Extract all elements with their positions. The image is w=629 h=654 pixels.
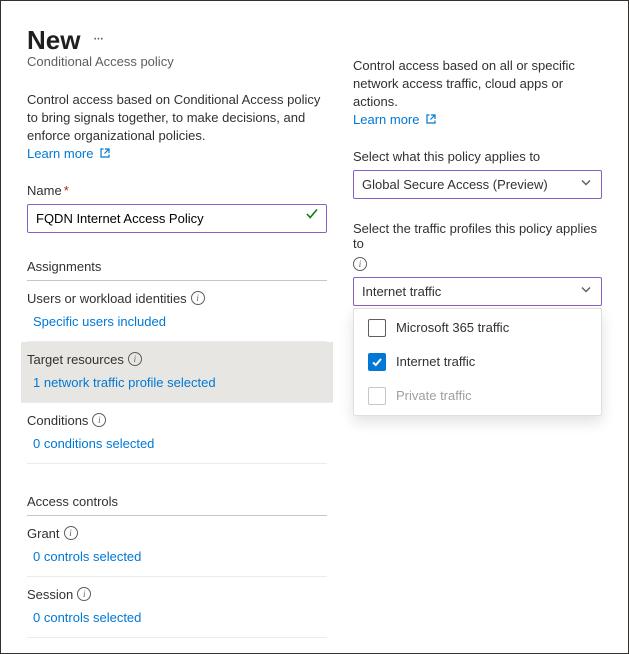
page-title: New <box>27 25 80 56</box>
info-icon[interactable]: i <box>353 257 367 271</box>
required-indicator: * <box>64 183 69 198</box>
session-subsection[interactable]: Session i 0 controls selected <box>27 577 327 638</box>
traffic-profiles-label: Select the traffic profiles this policy … <box>353 221 602 251</box>
name-input[interactable] <box>27 204 327 233</box>
learn-more-link-left[interactable]: Learn more <box>27 146 111 161</box>
info-icon[interactable]: i <box>191 291 205 305</box>
users-label: Users or workload identities <box>27 291 187 306</box>
traffic-option-private: Private traffic <box>354 379 601 413</box>
access-controls-heading: Access controls <box>27 494 327 516</box>
users-subsection[interactable]: Users or workload identities i Specific … <box>27 281 327 342</box>
applies-to-label: Select what this policy applies to <box>353 149 602 164</box>
applies-to-value: Global Secure Access (Preview) <box>362 177 548 192</box>
learn-more-label: Learn more <box>27 146 93 161</box>
external-link-icon <box>425 113 437 125</box>
valid-check-icon <box>305 207 319 224</box>
traffic-profiles-value: Internet traffic <box>362 284 441 299</box>
session-value[interactable]: 0 controls selected <box>27 610 327 625</box>
grant-subsection[interactable]: Grant i 0 controls selected <box>27 516 327 577</box>
info-icon[interactable]: i <box>92 413 106 427</box>
info-icon[interactable]: i <box>64 526 78 540</box>
learn-more-link-right[interactable]: Learn more <box>353 112 437 127</box>
applies-to-select[interactable]: Global Secure Access (Preview) <box>353 170 602 199</box>
option-label: Internet traffic <box>396 354 475 369</box>
session-label: Session <box>27 587 73 602</box>
traffic-dropdown-panel: Microsoft 365 traffic Internet traffic P… <box>353 308 602 416</box>
conditions-value[interactable]: 0 conditions selected <box>27 436 327 451</box>
target-label: Target resources <box>27 352 124 367</box>
users-value[interactable]: Specific users included <box>27 314 327 329</box>
external-link-icon <box>99 147 111 159</box>
info-icon[interactable]: i <box>128 352 142 366</box>
learn-more-label: Learn more <box>353 112 419 127</box>
target-value[interactable]: 1 network traffic profile selected <box>27 375 327 390</box>
assignments-heading: Assignments <box>27 259 327 281</box>
right-description: Control access based on all or specific … <box>353 57 602 112</box>
grant-label: Grant <box>27 526 60 541</box>
page-subtitle: Conditional Access policy <box>27 54 327 69</box>
checkbox-checked-icon <box>368 353 386 371</box>
name-label: Name* <box>27 183 69 198</box>
chevron-down-icon <box>580 284 592 299</box>
more-actions-button[interactable]: ··· <box>92 31 102 51</box>
traffic-profiles-select[interactable]: Internet traffic <box>353 277 602 306</box>
checkbox-disabled-icon <box>368 387 386 405</box>
traffic-option-m365[interactable]: Microsoft 365 traffic <box>354 311 601 345</box>
option-label: Microsoft 365 traffic <box>396 320 509 335</box>
info-icon[interactable]: i <box>77 587 91 601</box>
checkbox-unchecked-icon <box>368 319 386 337</box>
chevron-down-icon <box>580 177 592 192</box>
conditions-subsection[interactable]: Conditions i 0 conditions selected <box>27 403 327 464</box>
left-description: Control access based on Conditional Acce… <box>27 91 327 146</box>
traffic-option-internet[interactable]: Internet traffic <box>354 345 601 379</box>
target-resources-subsection[interactable]: Target resources i 1 network traffic pro… <box>21 342 333 403</box>
conditions-label: Conditions <box>27 413 88 428</box>
option-label: Private traffic <box>396 388 472 403</box>
grant-value[interactable]: 0 controls selected <box>27 549 327 564</box>
